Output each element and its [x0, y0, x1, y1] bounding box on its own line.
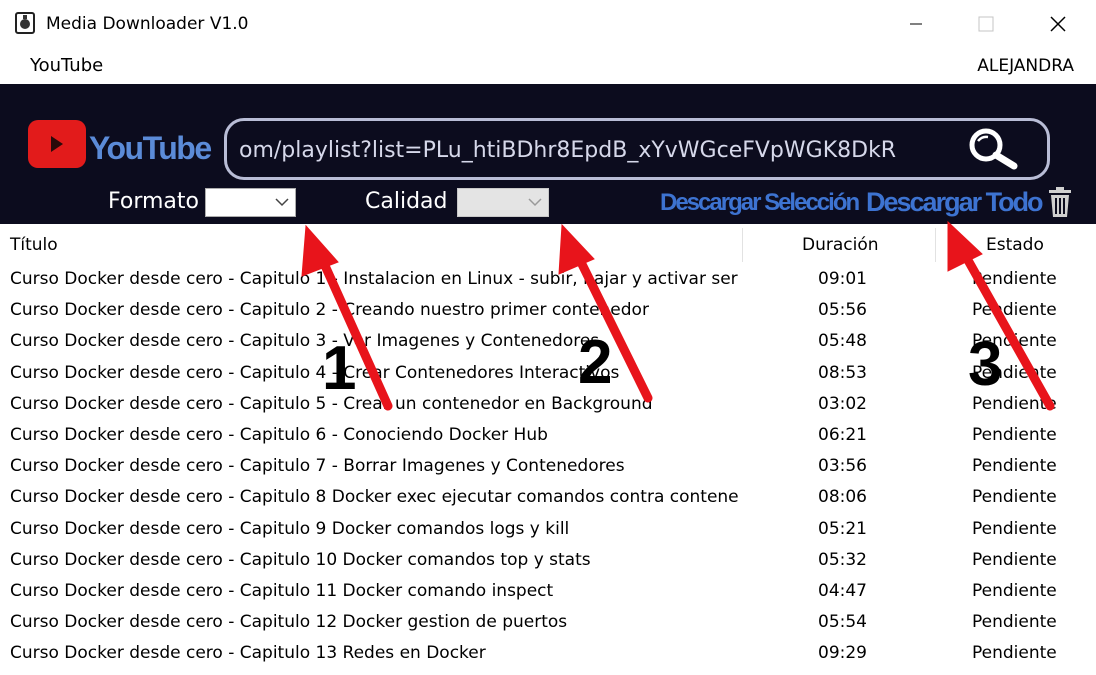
menu-bar: YouTube ALEJANDRA [0, 48, 1096, 84]
step-number-3: 3 [968, 330, 1003, 399]
row-duration: 08:06 [818, 487, 867, 508]
row-status: Pendiente [972, 612, 1057, 633]
row-status: Pendiente [972, 580, 1057, 601]
row-duration: 05:54 [818, 612, 867, 633]
close-button[interactable] [1028, 0, 1088, 48]
row-title: Curso Docker desde cero - Capitulo 9 Doc… [10, 518, 570, 539]
row-status: Pendiente [972, 549, 1057, 570]
calidad-select[interactable] [457, 188, 549, 217]
table-row[interactable]: Curso Docker desde cero - Capitulo 5 - C… [0, 389, 1096, 420]
row-title: Curso Docker desde cero - Capitulo 7 - B… [10, 456, 625, 477]
download-selection-button[interactable]: Descargar Selección [660, 188, 860, 218]
chevron-down-icon [528, 198, 542, 207]
user-name[interactable]: ALEJANDRA [977, 55, 1074, 77]
step-number-2: 2 [578, 328, 613, 397]
row-duration: 09:29 [818, 643, 867, 664]
table-row[interactable]: Curso Docker desde cero - Capitulo 1 - I… [0, 264, 1096, 295]
window-title: Media Downloader V1.0 [46, 14, 249, 34]
row-status: Pendiente [972, 643, 1057, 664]
row-status: Pendiente [972, 487, 1057, 508]
chevron-down-icon [275, 198, 289, 207]
playlist-table: Título Duración Estado Curso Docker desd… [0, 224, 1096, 675]
row-title: Curso Docker desde cero - Capitulo 1 - I… [10, 269, 738, 289]
row-status: Pendiente [972, 424, 1057, 445]
row-status: Pendiente [972, 300, 1057, 321]
table-row[interactable]: Curso Docker desde cero - Capitulo 3 - V… [0, 326, 1096, 357]
row-title: Curso Docker desde cero - Capitulo 5 - C… [10, 393, 653, 414]
row-title: Curso Docker desde cero - Capitulo 2 - C… [10, 300, 649, 321]
row-duration: 06:21 [818, 424, 867, 445]
menu-item-youtube[interactable]: YouTube [30, 55, 103, 77]
row-duration: 04:47 [818, 580, 867, 601]
formato-label: Formato [108, 189, 199, 214]
maximize-icon [978, 16, 994, 32]
column-header-status[interactable]: Estado [986, 234, 1044, 256]
table-row[interactable]: Curso Docker desde cero - Capitulo 4 - C… [0, 358, 1096, 389]
row-duration: 05:56 [818, 300, 867, 321]
step-number-1: 1 [322, 334, 357, 403]
row-status: Pendiente [972, 269, 1057, 289]
minimize-button[interactable] [886, 0, 946, 48]
row-duration: 03:56 [818, 456, 867, 477]
row-title: Curso Docker desde cero - Capitulo 3 - V… [10, 331, 600, 352]
row-duration: 08:53 [818, 362, 867, 383]
table-row[interactable]: Curso Docker desde cero - Capitulo 2 - C… [0, 295, 1096, 326]
header-panel: YouTube om/playlist?list=PLu_htiBDhr8Epd… [0, 84, 1096, 224]
row-status: Pendiente [972, 518, 1057, 539]
row-title: Curso Docker desde cero - Capitulo 8 Doc… [10, 487, 738, 508]
calidad-label: Calidad [365, 189, 448, 214]
row-duration: 05:48 [818, 331, 867, 352]
row-status: Pendiente [972, 456, 1057, 477]
column-divider[interactable] [935, 228, 936, 262]
title-bar: Media Downloader V1.0 [0, 0, 1096, 48]
table-row[interactable]: Curso Docker desde cero - Capitulo 6 - C… [0, 420, 1096, 451]
play-icon [51, 136, 63, 152]
youtube-logo-text: YouTube [89, 130, 212, 166]
row-duration: 09:01 [818, 269, 867, 289]
table-row[interactable]: Curso Docker desde cero - Capitulo 9 Doc… [0, 514, 1096, 545]
row-duration: 05:21 [818, 518, 867, 539]
url-input-value: om/playlist?list=PLu_htiBDhr8EpdB_xYvWGc… [239, 138, 897, 163]
minimize-icon [910, 23, 922, 25]
row-title: Curso Docker desde cero - Capitulo 13 Re… [10, 643, 486, 664]
close-icon [1050, 16, 1066, 32]
table-row[interactable]: Curso Docker desde cero - Capitulo 11 Do… [0, 576, 1096, 607]
column-divider[interactable] [742, 228, 743, 262]
column-header-duration[interactable]: Duración [802, 234, 879, 256]
table-row[interactable]: Curso Docker desde cero - Capitulo 7 - B… [0, 451, 1096, 482]
table-row[interactable]: Curso Docker desde cero - Capitulo 12 Do… [0, 607, 1096, 638]
row-duration: 03:02 [818, 393, 867, 414]
row-title: Curso Docker desde cero - Capitulo 4 - C… [10, 362, 620, 383]
app-icon [15, 12, 35, 34]
table-row[interactable]: Curso Docker desde cero - Capitulo 13 Re… [0, 638, 1096, 669]
table-row[interactable]: Curso Docker desde cero - Capitulo 8 Doc… [0, 482, 1096, 513]
table-body: Curso Docker desde cero - Capitulo 1 - I… [0, 264, 1096, 669]
formato-select[interactable] [205, 188, 296, 217]
table-header: Título Duración Estado [0, 224, 1096, 264]
row-title: Curso Docker desde cero - Capitulo 10 Do… [10, 549, 591, 570]
url-input[interactable]: om/playlist?list=PLu_htiBDhr8EpdB_xYvWGc… [224, 118, 1050, 180]
download-all-button[interactable]: Descargar Todo [866, 186, 1044, 218]
row-title: Curso Docker desde cero - Capitulo 6 - C… [10, 424, 548, 445]
row-duration: 05:32 [818, 549, 867, 570]
search-icon[interactable] [964, 126, 1022, 170]
row-title: Curso Docker desde cero - Capitulo 11 Do… [10, 580, 554, 601]
maximize-button[interactable] [956, 0, 1016, 48]
row-title: Curso Docker desde cero - Capitulo 12 Do… [10, 612, 568, 633]
column-header-title[interactable]: Título [10, 234, 58, 256]
youtube-logo-icon [28, 120, 86, 168]
trash-icon[interactable] [1046, 186, 1074, 218]
table-row[interactable]: Curso Docker desde cero - Capitulo 10 Do… [0, 545, 1096, 576]
